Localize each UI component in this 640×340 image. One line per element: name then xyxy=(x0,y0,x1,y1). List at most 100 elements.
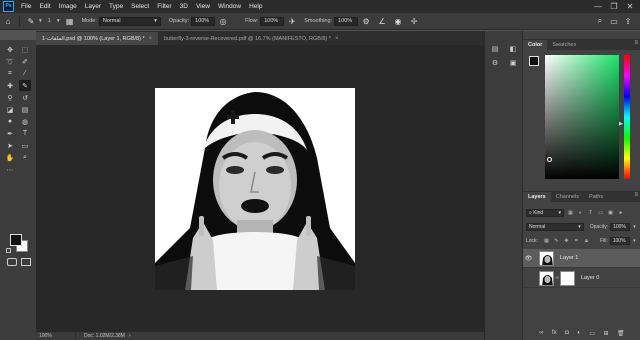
screen-mode-icon[interactable] xyxy=(21,258,31,266)
trash-icon[interactable]: 🗑︎ xyxy=(617,330,625,337)
blend-mode-select[interactable]: Normal ▾ xyxy=(526,223,584,231)
search-icon[interactable]: ⌕ xyxy=(594,15,606,27)
fx-icon[interactable]: fx xyxy=(552,330,557,336)
chevron-right-icon[interactable]: › xyxy=(129,333,131,339)
foreground-color-swatch[interactable] xyxy=(10,234,22,246)
dodge-tool-icon[interactable]: ◍ xyxy=(19,116,31,127)
rectangle-tool-icon[interactable]: ▭ xyxy=(19,140,31,151)
tab-channels[interactable]: Channels xyxy=(551,192,584,202)
tab-color[interactable]: Color xyxy=(523,40,548,50)
opacity-field[interactable]: 100% xyxy=(191,16,216,26)
default-colors-icon[interactable] xyxy=(6,248,11,253)
panel-menu-icon[interactable]: ≡ xyxy=(634,40,638,46)
tab-document-2[interactable]: butterfly-3-reverse-Recovered.pdf @ 16.7… xyxy=(158,32,345,45)
menu-view[interactable]: View xyxy=(192,0,214,13)
zoom-level[interactable]: 100% xyxy=(36,333,76,339)
mask-icon[interactable]: ◘ xyxy=(565,330,569,336)
zoom-tool-icon[interactable]: ⌕ xyxy=(19,152,31,163)
menu-file[interactable]: File xyxy=(17,0,35,13)
history-panel-icon[interactable]: ▤ xyxy=(489,43,501,54)
lock-position-icon[interactable]: ✥ xyxy=(563,238,570,245)
menu-select[interactable]: Select xyxy=(127,0,153,13)
brush-settings-icon[interactable]: ▦ xyxy=(64,15,76,27)
marquee-tool-icon[interactable]: ⬚ xyxy=(19,44,31,55)
quick-mask-icon[interactable] xyxy=(7,258,17,266)
smoothing-settings-icon[interactable]: ⚙ xyxy=(360,15,372,27)
type-tool-icon[interactable]: T xyxy=(19,128,31,139)
fill-field[interactable]: 100% xyxy=(609,237,630,245)
more-tools-icon[interactable]: ⋯ xyxy=(4,164,16,175)
chevron-down-icon[interactable]: ▾ xyxy=(631,238,638,245)
eraser-tool-icon[interactable]: ◪ xyxy=(4,104,16,115)
home-icon[interactable]: ⌂ xyxy=(2,15,14,27)
properties-panel-icon[interactable]: ⚙ xyxy=(489,57,501,68)
menu-3d[interactable]: 3D xyxy=(176,0,192,13)
pressure-size-icon[interactable]: ◉ xyxy=(392,15,404,27)
mode-select[interactable]: Normal ▾ xyxy=(98,16,161,26)
share-icon[interactable]: ⇪ xyxy=(622,15,634,27)
hand-tool-icon[interactable]: ✋ xyxy=(4,152,16,163)
group-icon[interactable]: ▭ xyxy=(589,330,595,337)
healing-brush-tool-icon[interactable]: ✚ xyxy=(4,80,16,91)
menu-type[interactable]: Type xyxy=(105,0,127,13)
brush-tool-icon[interactable]: ✎ xyxy=(19,80,31,91)
crop-tool-icon[interactable]: ⌗ xyxy=(4,68,16,79)
clone-stamp-tool-icon[interactable]: ⚲ xyxy=(4,92,16,103)
eyedropper-tool-icon[interactable]: ⁄ xyxy=(19,68,31,79)
chevron-down-icon[interactable]: ▾ xyxy=(631,224,638,231)
layer-row-layer-0[interactable]: ∞ Layer 0 xyxy=(523,269,640,288)
new-layer-icon[interactable]: ⊞ xyxy=(604,330,609,337)
symmetry-icon[interactable]: ✢ xyxy=(408,15,420,27)
adjustment-icon[interactable]: ◐ xyxy=(577,330,581,336)
chevron-down-icon[interactable]: ▾ xyxy=(39,18,42,24)
filter-toggle-icon[interactable]: ● xyxy=(617,210,624,217)
brush-tool-icon[interactable]: ✎ xyxy=(25,15,37,27)
move-tool-icon[interactable]: ✥ xyxy=(4,44,16,55)
menu-window[interactable]: Window xyxy=(214,0,245,13)
lock-artboard-icon[interactable]: ⌗ xyxy=(573,238,580,245)
brush-size-value[interactable]: 1 xyxy=(48,18,51,24)
filter-adjustment-icon[interactable]: ◐ xyxy=(577,210,584,217)
chevron-down-icon[interactable]: ▾ xyxy=(57,18,60,24)
menu-filter[interactable]: Filter xyxy=(153,0,175,13)
airbrush-icon[interactable]: ✈ xyxy=(286,15,298,27)
lock-pixels-icon[interactable]: ✎ xyxy=(553,238,560,245)
smoothing-field[interactable]: 100% xyxy=(334,16,359,26)
lasso-tool-icon[interactable]: ➰ xyxy=(4,56,16,67)
layer-mask-thumbnail[interactable] xyxy=(560,270,575,286)
panel-menu-icon[interactable]: ≡ xyxy=(634,192,638,198)
tab-paths[interactable]: Paths xyxy=(584,192,608,202)
close-button[interactable]: ✕ xyxy=(622,0,638,13)
minimize-button[interactable]: — xyxy=(590,0,606,13)
menu-layer[interactable]: Layer xyxy=(81,0,105,13)
hue-marker-icon[interactable]: ▶ xyxy=(619,121,623,127)
pen-tool-icon[interactable]: ✒ xyxy=(4,128,16,139)
filter-pixel-icon[interactable]: ▦ xyxy=(567,210,574,217)
tab-layers[interactable]: Layers xyxy=(523,192,551,202)
libraries-panel-icon[interactable]: ▣ xyxy=(507,57,519,68)
filter-smart-object-icon[interactable]: ▣ xyxy=(607,210,614,217)
filter-kind-select[interactable]: ⌕ Kind ▾ xyxy=(526,209,564,217)
lock-all-icon[interactable]: 🔒︎ xyxy=(583,238,590,245)
menu-edit[interactable]: Edit xyxy=(35,0,54,13)
document-canvas[interactable] xyxy=(155,88,355,290)
foreground-color-swatch[interactable] xyxy=(529,56,539,66)
maximize-button[interactable]: ❐ xyxy=(606,0,622,13)
menu-help[interactable]: Help xyxy=(245,0,266,13)
path-selection-tool-icon[interactable]: ➤ xyxy=(4,140,16,151)
filter-type-icon[interactable]: T xyxy=(587,210,594,217)
layer-row-layer-1[interactable]: 👁︎ Layer 1 xyxy=(523,249,640,268)
layer-opacity-field[interactable]: 100% xyxy=(610,223,631,231)
workspace-icon[interactable]: ▭ xyxy=(608,15,620,27)
eye-icon[interactable]: 👁︎ xyxy=(523,255,534,262)
adjustments-panel-icon[interactable]: ◧ xyxy=(507,43,519,54)
color-picker-cursor[interactable] xyxy=(547,157,552,162)
lock-transparent-icon[interactable]: ▦ xyxy=(543,238,550,245)
link-icon[interactable]: ∞ xyxy=(539,330,543,336)
close-icon[interactable]: × xyxy=(335,36,339,42)
saturation-brightness-field[interactable] xyxy=(545,55,619,179)
flow-field[interactable]: 100% xyxy=(260,16,285,26)
pressure-opacity-icon[interactable]: ◎ xyxy=(217,15,229,27)
filter-shape-icon[interactable]: ▭ xyxy=(597,210,604,217)
canvas-area[interactable] xyxy=(36,45,484,332)
